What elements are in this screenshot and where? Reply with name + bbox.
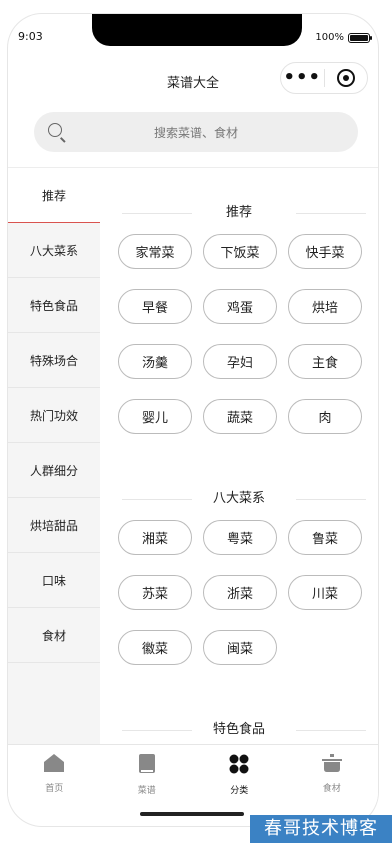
category-icon xyxy=(228,753,250,779)
battery-percent: 100% xyxy=(315,32,344,43)
sidebar-item[interactable]: 热门功效 xyxy=(8,388,100,443)
mini-program-capsule: ••• xyxy=(280,62,368,94)
book-icon xyxy=(137,753,157,779)
sidebar-item[interactable]: 八大菜系 xyxy=(8,223,100,278)
category-sidebar: 推荐 八大菜系 特色食品 特殊场合 热门功效 人群细分 烘培甜品 口味 食材 xyxy=(8,168,100,744)
watermark: 春哥技术博客 xyxy=(250,815,392,843)
search-icon xyxy=(48,123,62,137)
sidebar-item[interactable]: 推荐 xyxy=(8,168,100,223)
category-tag[interactable]: 家常菜 xyxy=(118,234,192,269)
home-icon xyxy=(43,753,65,777)
category-tag[interactable]: 肉 xyxy=(288,399,362,434)
battery-icon xyxy=(348,33,372,43)
more-dots-icon[interactable]: ••• xyxy=(281,63,324,93)
tab-bar: 首页 菜谱 分类 食材 xyxy=(8,744,378,802)
category-tag[interactable]: 湘菜 xyxy=(118,520,192,555)
status-time: 9:03 xyxy=(18,30,43,43)
category-tag[interactable]: 徽菜 xyxy=(118,630,192,665)
section-title-text: 推荐 xyxy=(219,205,258,220)
phone-screen: 9:03 100% 菜谱大全 ••• 搜索菜谱、食材 推荐 八大菜系 特色食品 特殊场… xyxy=(8,14,378,826)
tag-grid: 家常菜 下饭菜 快手菜早餐 鸡蛋 烘培汤羹 孕妇 主食婴儿 蔬菜肉 xyxy=(100,228,378,454)
pot-icon xyxy=(320,753,344,777)
sidebar-item[interactable]: 特殊场合 xyxy=(8,333,100,388)
category-content: 推荐家常菜 下饭菜 快手菜早餐 鸡蛋 烘培汤羹 孕妇 主食婴儿 蔬菜肉八大菜系 湘菜 粤菜 鲁菜苏菜… xyxy=(100,168,378,744)
section-title-text: 特色食品 xyxy=(206,722,271,737)
home-indicator xyxy=(140,812,244,816)
category-tag[interactable]: 鲁菜 xyxy=(288,520,362,555)
category-tag[interactable]: 下饭菜 xyxy=(203,234,277,269)
tab-label: 分类 xyxy=(230,786,249,796)
category-tag[interactable]: 蔬菜 xyxy=(203,399,277,434)
search-input[interactable]: 搜索菜谱、食材 xyxy=(34,112,358,152)
category-tag[interactable]: 闽菜 xyxy=(203,630,277,665)
sidebar-item[interactable]: 烘培甜品 xyxy=(8,498,100,553)
tab-label: 菜谱 xyxy=(137,786,156,796)
tab-item[interactable]: 菜谱 xyxy=(101,745,194,802)
sidebar-item[interactable]: 人群细分 xyxy=(8,443,100,498)
category-tag[interactable]: 鸡蛋 xyxy=(203,289,277,324)
sidebar-item[interactable]: 口味 xyxy=(8,553,100,608)
category-tag[interactable]: 婴儿 xyxy=(118,399,192,434)
category-tag[interactable]: 粤菜 xyxy=(203,520,277,555)
category-tag[interactable]: 烘培 xyxy=(288,289,362,324)
target-circle-icon xyxy=(336,69,355,87)
category-tag[interactable]: 浙菜 xyxy=(203,575,277,610)
close-mini-program-button[interactable] xyxy=(325,69,368,87)
tab-item[interactable]: 分类 xyxy=(193,745,286,802)
category-tag[interactable]: 快手菜 xyxy=(288,234,362,269)
sidebar-item[interactable]: 特色食品 xyxy=(8,278,100,333)
section-title: 八大菜系 xyxy=(100,484,378,514)
search-placeholder: 搜索菜谱、食材 xyxy=(153,125,238,140)
sidebar-item[interactable]: 食材 xyxy=(8,608,100,663)
notch xyxy=(92,14,302,46)
category-tag[interactable]: 汤羹 xyxy=(118,344,192,379)
section-title-text: 八大菜系 xyxy=(206,491,271,506)
category-tag[interactable]: 早餐 xyxy=(118,289,192,324)
tab-item[interactable]: 食材 xyxy=(286,745,379,802)
section-title: 特色食品 xyxy=(100,715,378,744)
section-title: 推荐 xyxy=(100,198,378,228)
tab-item[interactable]: 首页 xyxy=(8,745,101,802)
tab-label: 首页 xyxy=(45,784,64,794)
category-tag[interactable]: 主食 xyxy=(288,344,362,379)
tab-label: 食材 xyxy=(322,784,341,794)
category-tag[interactable]: 苏菜 xyxy=(118,575,192,610)
tag-grid: 湘菜 粤菜 鲁菜苏菜 浙菜 川菜徽菜 闽菜 xyxy=(100,514,378,685)
category-tag[interactable]: 孕妇 xyxy=(203,344,277,379)
category-tag[interactable]: 川菜 xyxy=(288,575,362,610)
